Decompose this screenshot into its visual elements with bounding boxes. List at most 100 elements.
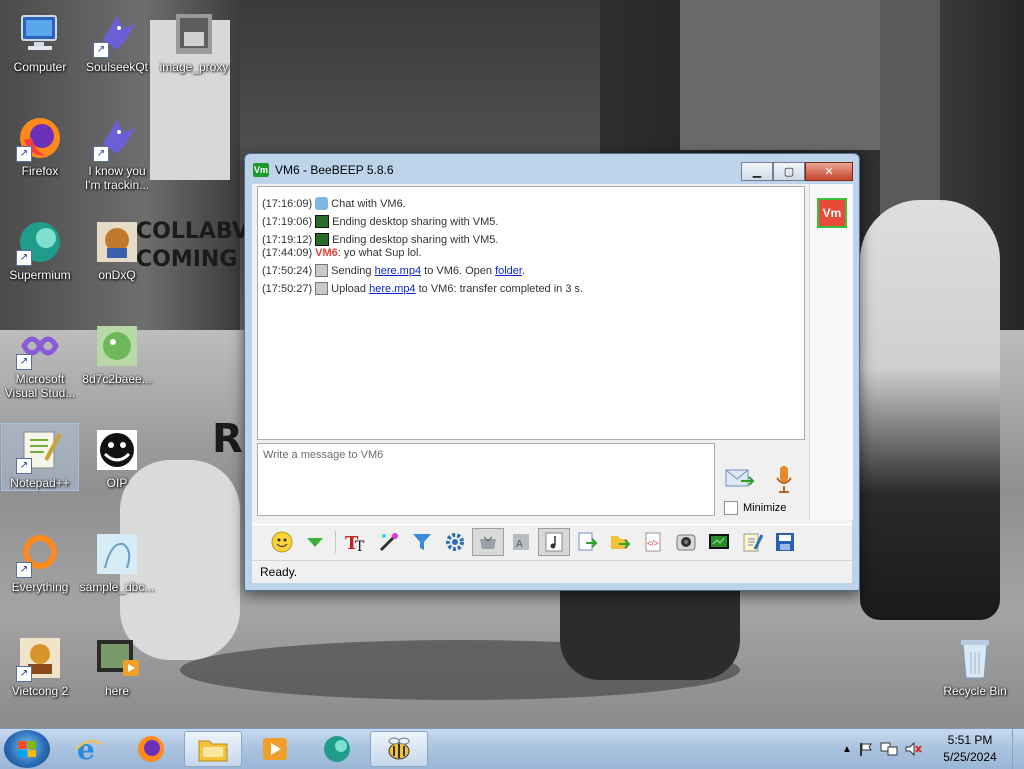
show-hidden-icons-chevron-icon[interactable]: ▲ [842, 744, 852, 755]
taskbar-supermium[interactable] [308, 731, 366, 767]
folder-link[interactable]: folder [495, 265, 522, 277]
show-desktop-button[interactable] [1012, 729, 1024, 769]
network-icon[interactable] [880, 741, 898, 757]
desktop-share-button[interactable] [703, 528, 735, 556]
taskbar-beebeep[interactable] [370, 731, 428, 767]
user-avatar[interactable]: Vm [817, 198, 847, 228]
desktop-icon-vietcong2[interactable]: ↗ Vietcong 2 [2, 632, 78, 698]
desktop-icon-label: 8d7c2baee... [82, 372, 152, 386]
taskbar-file-explorer[interactable] [184, 731, 242, 767]
media-player-icon [263, 738, 287, 760]
desktop-icon-label: Firefox [21, 164, 59, 178]
font-button[interactable]: TT [340, 528, 372, 556]
close-button[interactable]: ✕ [805, 162, 853, 181]
checkbox-box[interactable] [724, 501, 738, 515]
desktop-icon-label: onDxQ [98, 268, 136, 282]
color-wand-icon [379, 532, 398, 551]
desktop-icon-oip[interactable]: OIP [79, 424, 155, 490]
desktop-icon-ondxq[interactable]: onDxQ [79, 216, 155, 282]
action-center-flag-icon[interactable] [858, 741, 874, 757]
wallpaper-text: R [212, 416, 243, 462]
taskbar: e ▲ 5:51 PM 5/25/2024 [0, 728, 1024, 769]
window-controls: ▁ ▢ ✕ [741, 162, 853, 181]
video-file-icon [93, 634, 141, 682]
file-transfer-icon [315, 264, 329, 277]
taskbar-internet-explorer[interactable]: e [60, 731, 118, 767]
gear-icon [446, 532, 464, 551]
screenshot-button[interactable] [670, 528, 702, 556]
start-button[interactable] [4, 730, 50, 768]
desktop-icon-label: I know you I'm trackin... [84, 164, 150, 192]
computer-icon [16, 10, 64, 58]
emoticon-menu-button[interactable] [299, 528, 331, 556]
send-folder-button[interactable] [604, 528, 636, 556]
desktop-icon-everything[interactable]: ↗ Everything [2, 528, 78, 594]
desktop-icon-i-know-you[interactable]: ↗ I know you I'm trackin... [79, 112, 155, 192]
font-color-button[interactable] [373, 528, 405, 556]
file-link[interactable]: here.mp4 [369, 283, 415, 295]
internet-explorer-icon: e [75, 734, 103, 764]
message-text: . [521, 264, 526, 277]
message-time: (17:50:27) [262, 282, 313, 295]
message-sender: VM6 [315, 247, 338, 259]
chat-message: (17:19:12) Ending desktop sharing with V… [262, 233, 498, 246]
clock-time: 5:51 PM [947, 733, 993, 747]
text-box-icon: A [513, 533, 529, 550]
send-file-button[interactable] [571, 528, 603, 556]
music-note-icon [545, 532, 563, 551]
desktop-icon-image-proxy[interactable]: image_proxy [156, 8, 232, 74]
chat-bubble-icon [315, 197, 329, 210]
firefox-icon: ↗ [16, 114, 64, 162]
message-time: (17:19:06) [262, 215, 313, 228]
buzz-button[interactable] [538, 527, 570, 556]
sketch-thumbnail-icon [93, 530, 141, 578]
taskbar-firefox[interactable] [122, 731, 180, 767]
desktop-icon-computer[interactable]: Computer [2, 8, 78, 74]
desktop-icon-sample-dbc[interactable]: sample_dbc... [79, 528, 155, 594]
volume-muted-icon[interactable] [904, 741, 922, 757]
message-time: (17:19:12) [262, 233, 313, 246]
desktop-icon-here-video[interactable]: here [79, 632, 155, 698]
message-input[interactable]: Write a message to VM6 [257, 443, 715, 516]
system-clock[interactable]: 5:51 PM 5/25/2024 [940, 732, 1000, 766]
chat-history[interactable]: (17:16:09) Chat with VM6. (17:19:06) End… [257, 186, 805, 440]
minimize-checkbox[interactable]: Minimize [724, 501, 786, 515]
word-complete-button[interactable]: A [505, 528, 537, 556]
emoticon-button[interactable] [266, 528, 298, 556]
message-time: (17:16:09) [262, 197, 313, 210]
desktop-icon-label: Computer [13, 60, 67, 74]
green-chevron-icon [307, 537, 323, 547]
monitor-share-icon [709, 533, 729, 549]
file-link[interactable]: here.mp4 [375, 265, 421, 277]
desktop-icon-notepadpp[interactable]: ↗ Notepad++ [1, 423, 79, 491]
desktop-icon-8d7c2baee[interactable]: 8d7c2baee... [79, 320, 155, 386]
filter-button[interactable] [406, 528, 438, 556]
desktop-icon-label: image_proxy [159, 60, 229, 74]
save-disk-icon [776, 532, 794, 551]
spell-check-button[interactable] [472, 527, 504, 556]
code-button[interactable]: </> [637, 528, 669, 556]
send-message-button[interactable] [725, 467, 755, 491]
desktop-icon-recycle-bin[interactable]: Recycle Bin [937, 632, 1013, 698]
desktop-icon-supermium[interactable]: ↗ Supermium [2, 216, 78, 282]
save-chat-button[interactable] [769, 528, 801, 556]
edit-note-button[interactable] [736, 528, 768, 556]
message-text: Chat with VM6. [331, 197, 406, 210]
title-bar[interactable]: Vm VM6 - BeeBEEP 5.8.6 ▁ ▢ ✕ [245, 154, 859, 184]
window-title: VM6 - BeeBEEP 5.8.6 [275, 163, 394, 177]
desktop-icon-soulseekqt[interactable]: ↗ SoulseekQt [79, 8, 155, 74]
taskbar-media-player[interactable] [246, 731, 304, 767]
message-text: Ending desktop sharing with VM5. [332, 215, 499, 228]
desktop-icon-visual-studio[interactable]: ↗ Microsoft Visual Stud... [2, 320, 78, 400]
minimize-button[interactable]: ▁ [741, 162, 773, 181]
beebeep-chat-window[interactable]: Vm VM6 - BeeBEEP 5.8.6 ▁ ▢ ✕ (17:16:09) … [244, 153, 860, 591]
svg-text:</>: </> [647, 539, 659, 548]
maximize-button[interactable]: ▢ [773, 162, 805, 181]
desktop-icon-label: Everything [11, 580, 69, 594]
settings-button[interactable] [439, 528, 471, 556]
voice-message-button[interactable] [774, 464, 794, 494]
cartoon-thumbnail-icon [93, 322, 141, 370]
message-text: to VM6. Open [421, 264, 496, 277]
desktop-icon-firefox[interactable]: ↗ Firefox [2, 112, 78, 178]
status-bar: Ready. [252, 560, 852, 583]
